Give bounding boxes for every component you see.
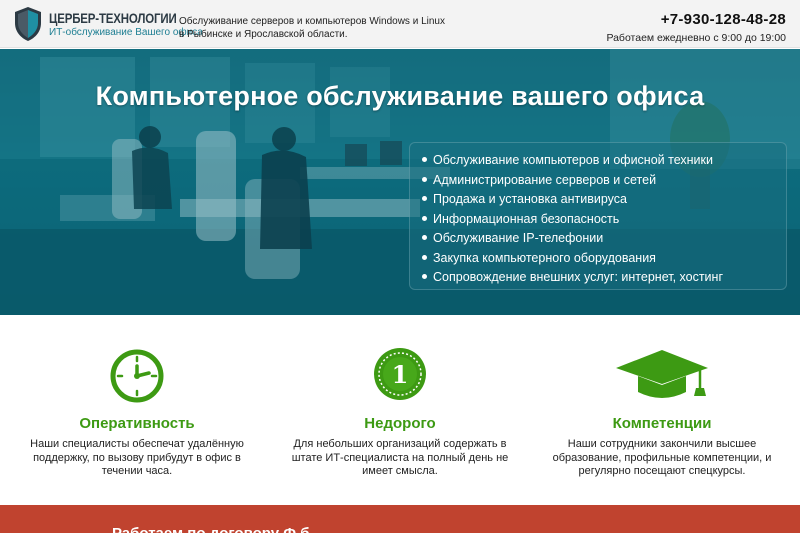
service-item: Сопровождение внешних услуг: интернет, х… [422, 268, 786, 288]
hero-banner: Компьютерное обслуживание вашего офиса О… [0, 49, 800, 315]
services-box: Обслуживание компьютеров и офисной техни… [409, 142, 787, 290]
logo[interactable]: ЦЕРБЕР-ТЕХНОЛОГИИ ИТ-обслуживание Вашего… [13, 6, 203, 42]
bullet-icon [422, 196, 427, 202]
shield-logo-icon [15, 7, 41, 41]
feature-description: Наши сотрудники закончили высшее образов… [552, 438, 772, 477]
hero-title: Компьютерное обслуживание вашего офиса [95, 81, 705, 111]
service-item: Обслуживание IP-телефонии [422, 229, 786, 249]
svg-text:1: 1 [392, 360, 409, 389]
logo-title: ЦЕРБЕР-ТЕХНОЛОГИИ [49, 9, 177, 26]
contract-banner-text: Работаем по договору Ф б [112, 525, 309, 533]
services-list: Обслуживание компьютеров и офисной техни… [422, 151, 786, 288]
service-item: Администрирование серверов и сетей [422, 171, 786, 191]
header-tagline: Обслуживание серверов и компьютеров Wind… [179, 16, 445, 40]
bullet-icon [422, 274, 427, 280]
site-header: ЦЕРБЕР-ТЕХНОЛОГИИ ИТ-обслуживание Вашего… [0, 0, 800, 48]
coin-icon: 1 [374, 348, 426, 400]
contract-banner: Работаем по договору Ф б [0, 505, 800, 533]
feature-title: Недорого [364, 415, 436, 432]
features-section: Оперативность Наши специалисты обеспечат… [0, 315, 800, 505]
bullet-icon [422, 215, 427, 221]
header-contact: +7-930-128-48-28 Работаем ежедневно с 9:… [606, 11, 786, 44]
bullet-icon [422, 254, 427, 260]
graduation-cap-icon [616, 350, 708, 398]
service-item: Информационная безопасность [422, 210, 786, 230]
feature-description: Наши специалисты обеспечат удалённую под… [30, 438, 244, 477]
feature-title: Компетенции [612, 415, 712, 432]
phone-link[interactable]: +7-930-128-48-28 [606, 11, 786, 28]
bullet-icon [422, 235, 427, 241]
feature-description: Для небольших организаций содержать в шт… [291, 438, 509, 477]
bullet-icon [422, 157, 427, 163]
bullet-icon [422, 176, 427, 182]
service-item: Обслуживание компьютеров и офисной техни… [422, 151, 786, 171]
working-hours: Работаем ежедневно с 9:00 до 19:00 [606, 32, 786, 44]
service-item: Закупка компьютерного оборудования [422, 249, 786, 269]
feature-title: Оперативность [79, 415, 195, 432]
clock-icon [110, 349, 164, 403]
service-item: Продажа и установка антивируса [422, 190, 786, 210]
